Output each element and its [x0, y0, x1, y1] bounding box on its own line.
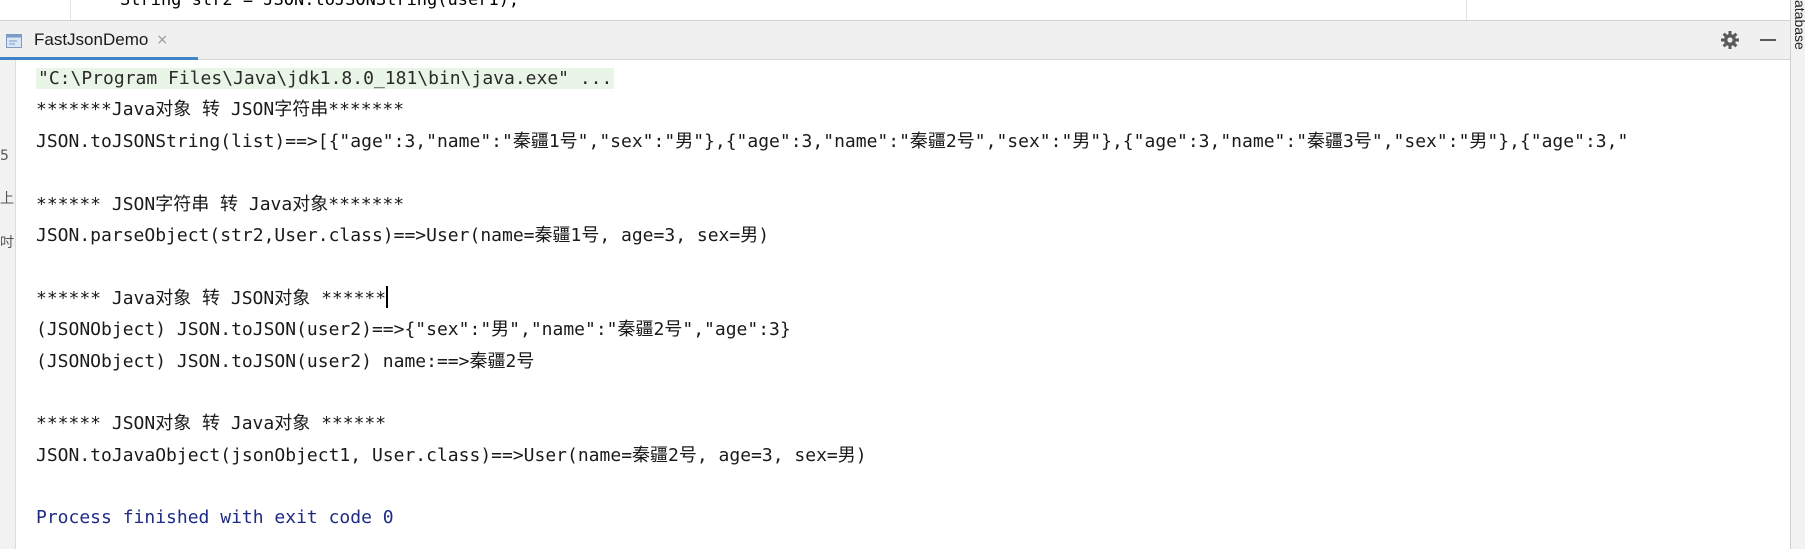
tool-window-actions: [1718, 21, 1780, 59]
left-tool-strip: 5 上 吋: [0, 60, 16, 549]
console-output[interactable]: "C:\Program Files\Java\jdk1.8.0_181\bin\…: [36, 63, 1790, 549]
run-tool-window-header: FastJsonDemo ×: [0, 20, 1790, 60]
console-line: JSON.toJSONString(list)==>[{"age":3,"nam…: [36, 130, 1629, 152]
console-command-line: "C:\Program Files\Java\jdk1.8.0_181\bin\…: [36, 63, 1790, 94]
console-line: JSON.parseObject(str2,User.class)==>User…: [36, 224, 770, 246]
console-icon: [6, 33, 22, 48]
close-icon[interactable]: ×: [156, 32, 168, 48]
active-tab-indicator: [0, 57, 198, 60]
database-tool-label[interactable]: atabase: [1792, 0, 1805, 50]
console-line: *******Java对象 转 JSON字符串*******: [36, 99, 405, 121]
console-line-text: ****** Java对象 转 JSON对象 ******: [36, 287, 387, 309]
right-tool-strip: atabase: [1790, 0, 1805, 549]
left-strip-glyph[interactable]: 吋: [0, 232, 14, 252]
tab-fastjsondemo[interactable]: FastJsonDemo ×: [0, 21, 198, 60]
console-line: (JSONObject) JSON.toJSON(user2) name:==>…: [36, 350, 535, 372]
console-line: ****** JSON字符串 转 Java对象*******: [36, 193, 405, 215]
editor-peek: String str2 = JSON.toJSONString(user1);: [0, 0, 1790, 20]
editor-right-margin: [1466, 0, 1467, 20]
minimize-icon[interactable]: [1756, 28, 1780, 52]
left-strip-glyph[interactable]: 上: [0, 188, 14, 208]
run-tab-label: FastJsonDemo: [34, 30, 149, 49]
console-line: (JSONObject) JSON.toJSON(user2)==>{"sex"…: [36, 319, 791, 341]
ide-window: String str2 = JSON.toJSONString(user1); …: [0, 0, 1805, 549]
process-finished-line: Process finished with exit code 0: [36, 507, 394, 529]
command-text: "C:\Program Files\Java\jdk1.8.0_181\bin\…: [36, 68, 615, 89]
editor-gutter-divider: [70, 0, 71, 20]
text-caret: [386, 285, 389, 308]
gear-icon[interactable]: [1718, 28, 1742, 52]
console-line: JSON.toJavaObject(jsonObject1, User.clas…: [36, 444, 867, 466]
editor-code-line[interactable]: String str2 = JSON.toJSONString(user1);: [120, 0, 519, 10]
console-line: ****** JSON对象 转 Java对象 ******: [36, 413, 387, 435]
left-strip-glyph[interactable]: 5: [0, 148, 9, 164]
console-line-with-caret: ****** Java对象 转 JSON对象 ******: [36, 283, 1790, 314]
